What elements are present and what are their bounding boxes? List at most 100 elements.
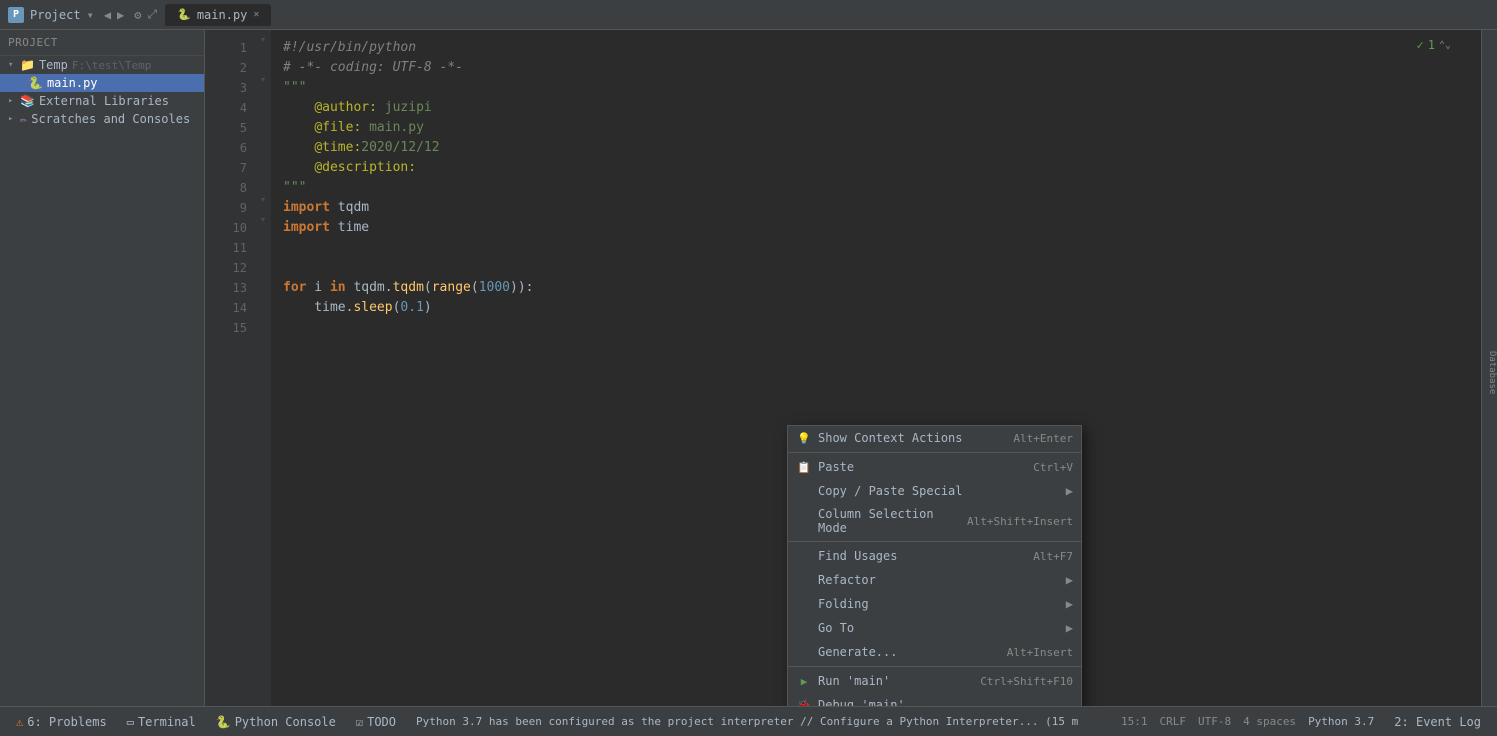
status-tab-event-log[interactable]: 2: Event Log [1386,713,1489,731]
folding-icon [796,596,812,612]
folding-arrow: ▶ [1066,597,1073,611]
gutter-fold-2 [255,50,271,70]
menu-item-paste[interactable]: 📋 Paste Ctrl+V [788,455,1081,479]
code-line-1: #!/usr/bin/python [283,38,1481,58]
encoding[interactable]: UTF-8 [1198,715,1231,728]
sidebar-item-temp-path: F:\test\Temp [72,59,151,72]
gutter-fold-14 [255,290,271,310]
python-console-icon: 🐍 [216,715,231,729]
forward-icon[interactable]: ▶ [117,8,124,22]
indent[interactable]: 4 spaces [1243,715,1296,728]
sidebar-item-scratches[interactable]: ▸ ✏ Scratches and Consoles [0,110,204,128]
todo-icon: ☑ [356,715,363,729]
gutter-fold-15 [255,310,271,330]
project-icon: P [8,7,24,23]
file-icon-main-py: 🐍 [28,76,43,90]
back-icon[interactable]: ◀ [104,8,111,22]
sidebar-header: Project [0,30,204,56]
menu-item-refactor[interactable]: Refactor ▶ [788,568,1081,592]
line-ending[interactable]: CRLF [1159,715,1186,728]
status-message: Python 3.7 has been configured as the pr… [408,715,1117,728]
project-label: Project [30,8,81,22]
tree-arrow-scratches: ▸ [8,114,20,124]
sidebar-item-temp[interactable]: ▾ 📁 Temp F:\test\Temp [0,56,204,74]
copy-paste-special-arrow: ▶ [1066,484,1073,498]
maximize-icon[interactable]: ⤢ [148,7,158,22]
interpreter[interactable]: Python 3.7 [1308,715,1374,728]
status-bar: ⚠ 6: Problems ▭ Terminal 🐍 Python Consol… [0,706,1497,736]
code-line-8: """ [283,178,1481,198]
status-bar-right: 15:1 CRLF UTF-8 4 spaces Python 3.7 2: E… [1121,713,1489,731]
menu-item-show-context-actions[interactable]: 💡 Show Context Actions Alt+Enter [788,426,1081,450]
python-console-label: Python Console [235,715,336,729]
menu-item-run-main-label: Run 'main' [818,674,972,688]
cursor-position[interactable]: 15:1 [1121,715,1148,728]
menu-item-generate-shortcut: Alt+Insert [1007,646,1073,659]
gutter-fold-8 [255,170,271,190]
menu-item-column-selection-shortcut: Alt+Shift+Insert [967,515,1073,528]
menu-item-debug-main-label: Debug 'main' [818,698,1073,706]
status-tab-python-console[interactable]: 🐍 Python Console [208,713,344,731]
tab-filename: main.py [197,8,248,22]
code-line-15 [283,318,1481,338]
inspection-status[interactable]: ✓ 1 ⌃⌄ [1416,38,1451,52]
menu-item-find-usages[interactable]: Find Usages Alt+F7 [788,544,1081,568]
gutter-fold-1[interactable]: ▿ [255,30,271,50]
menu-item-folding-label: Folding [818,597,1062,611]
menu-item-show-context-actions-label: Show Context Actions [818,431,1005,445]
menu-item-run-main-shortcut: Ctrl+Shift+F10 [980,675,1073,688]
menu-item-copy-paste-special[interactable]: Copy / Paste Special ▶ [788,479,1081,503]
sidebar-item-scratches-label: Scratches and Consoles [31,112,190,126]
gutter-fold-7 [255,150,271,170]
go-to-arrow: ▶ [1066,621,1073,635]
sidebar: Project ▾ 📁 Temp F:\test\Temp 🐍 main.py … [0,30,205,706]
gutter-fold-10[interactable]: ▿ [255,210,271,230]
editor-area: 1 2 3 4 5 6 7 8 9 10 11 12 13 14 15 ▿ ▿ [205,30,1481,706]
checkmark-arrows[interactable]: ⌃⌄ [1439,40,1451,51]
code-line-12 [283,258,1481,278]
gutter-fold-3[interactable]: ▿ [255,70,271,90]
menu-item-refactor-label: Refactor [818,573,1062,587]
sidebar-item-main-py[interactable]: 🐍 main.py [0,74,204,92]
code-line-9: import tqdm [283,198,1481,218]
code-line-11 [283,238,1481,258]
code-line-13: for i in tqdm.tqdm(range(1000)): [283,278,1481,298]
run-main-icon: ▶ [796,673,812,689]
menu-item-find-usages-label: Find Usages [818,549,1025,563]
go-to-icon [796,620,812,636]
title-bar-left: P Project ▾ ◀ ▶ ⚙ ⤢ [8,7,157,23]
libs-icon: 📚 [20,94,35,108]
gutter-fold-6 [255,130,271,150]
sidebar-item-main-py-label: main.py [47,76,98,90]
menu-item-generate[interactable]: Generate... Alt+Insert [788,640,1081,664]
gutter-fold-9[interactable]: ▿ [255,190,271,210]
gutter-fold-11 [255,230,271,250]
menu-separator-3 [788,666,1081,667]
line-numbers: 1 2 3 4 5 6 7 8 9 10 11 12 13 14 15 [205,30,255,706]
refactor-icon [796,572,812,588]
folder-icon-temp: 📁 [20,58,35,72]
editor-tab-main-py[interactable]: 🐍 main.py ✕ [165,4,271,26]
menu-item-go-to[interactable]: Go To ▶ [788,616,1081,640]
project-dropdown-icon[interactable]: ▾ [87,8,94,22]
generate-icon [796,644,812,660]
gutter-fold-12 [255,250,271,270]
settings-icon[interactable]: ⚙ [134,8,141,22]
menu-item-go-to-label: Go To [818,621,1062,635]
status-tab-terminal[interactable]: ▭ Terminal [119,713,204,731]
find-usages-icon [796,548,812,564]
far-right-database-label[interactable]: Database [1487,351,1497,394]
tab-close-icon[interactable]: ✕ [253,9,259,20]
problems-icon: ⚠ [16,715,23,729]
sidebar-item-external-libraries[interactable]: ▸ 📚 External Libraries [0,92,204,110]
menu-item-folding[interactable]: Folding ▶ [788,592,1081,616]
code-line-3: """ [283,78,1481,98]
menu-item-run-main[interactable]: ▶ Run 'main' Ctrl+Shift+F10 [788,669,1081,693]
status-tab-problems[interactable]: ⚠ 6: Problems [8,713,115,731]
copy-paste-special-icon [796,483,812,499]
status-tab-todo[interactable]: ☑ TODO [348,713,404,731]
debug-main-icon: 🐞 [796,697,812,706]
menu-item-column-selection[interactable]: Column Selection Mode Alt+Shift+Insert [788,503,1081,539]
menu-item-find-usages-shortcut: Alt+F7 [1033,550,1073,563]
menu-item-debug-main[interactable]: 🐞 Debug 'main' [788,693,1081,706]
